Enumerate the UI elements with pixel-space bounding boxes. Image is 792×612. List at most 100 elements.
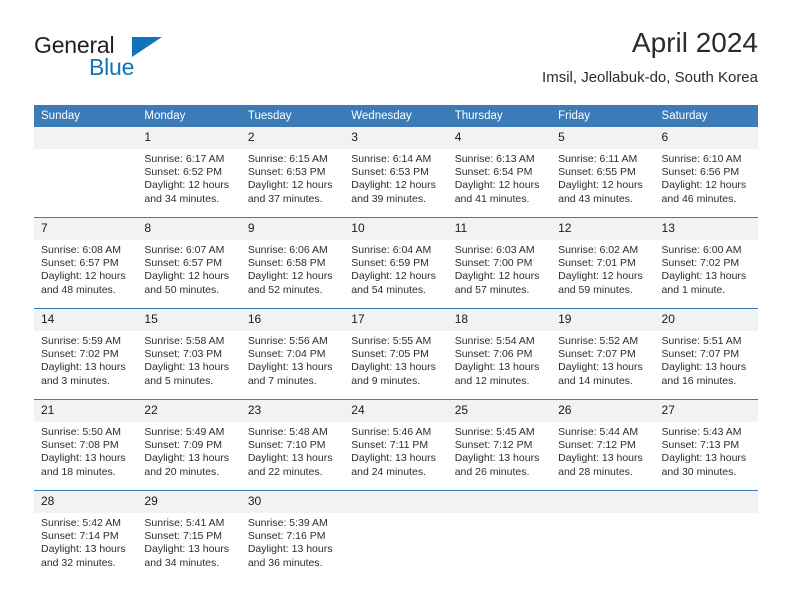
calendar-grid: Sunday Monday Tuesday Wednesday Thursday… (34, 105, 758, 581)
calendar-day-cell[interactable]: 22 Sunrise: 5:49 AM Sunset: 7:09 PM Dayligh… (137, 400, 241, 490)
sunrise-text: Sunrise: 6:17 AM (144, 153, 225, 165)
daylight-text-line2: and 43 minutes. (558, 192, 633, 205)
sunrise-text: Sunrise: 5:44 AM (558, 426, 639, 438)
daylight-text-line1: Daylight: 13 hours (144, 543, 230, 556)
daylight-text-line1: Daylight: 12 hours (351, 179, 436, 192)
day-details: Sunrise: 5:44 AM Sunset: 7:12 PM Daylight:… (551, 422, 654, 479)
day-details: Sunrise: 6:10 AM Sunset: 6:56 PM Daylight:… (655, 149, 758, 206)
day-number: 9 (240, 218, 345, 240)
day-number: 6 (654, 127, 758, 149)
day-details: Sunrise: 5:51 AM Sunset: 7:07 PM Daylight:… (655, 331, 758, 388)
day-number: 13 (654, 218, 758, 240)
day-details: Sunrise: 5:55 AM Sunset: 7:05 PM Daylight:… (344, 331, 447, 388)
daylight-text-line2: and 34 minutes. (144, 192, 220, 205)
calendar-day-cell[interactable]: 21 Sunrise: 5:50 AM Sunset: 7:08 PM Dayligh… (34, 400, 138, 490)
day-number: 20 (654, 309, 758, 331)
sunrise-text: Sunrise: 5:41 AM (144, 517, 225, 529)
calendar-day-cell[interactable]: 8 Sunrise: 6:07 AM Sunset: 6:57 PM Daylight… (137, 218, 241, 308)
sunset-text: Sunset: 7:02 PM (41, 348, 119, 361)
day-details: Sunrise: 6:15 AM Sunset: 6:53 PM Daylight:… (241, 149, 344, 206)
calendar-day-cell[interactable]: 19 Sunrise: 5:52 AM Sunset: 7:07 PM Dayligh… (551, 309, 655, 399)
day-details: Sunrise: 5:49 AM Sunset: 7:09 PM Daylight:… (137, 422, 240, 479)
calendar-day-cell-empty (344, 491, 448, 581)
weekday-header-saturday: Saturday (654, 105, 758, 127)
daylight-text-line2: and 16 minutes. (661, 374, 737, 387)
day-number: 30 (240, 491, 345, 513)
calendar-table: Sunday Monday Tuesday Wednesday Thursday… (34, 105, 758, 581)
calendar-day-cell[interactable]: 4 Sunrise: 6:13 AM Sunset: 6:54 PM Daylight… (447, 127, 552, 217)
daylight-text-line1: Daylight: 13 hours (661, 270, 747, 283)
calendar-day-cell[interactable]: 3 Sunrise: 6:14 AM Sunset: 6:53 PM Daylight… (344, 127, 448, 217)
sunset-text: Sunset: 7:00 PM (454, 257, 533, 270)
calendar-day-cell[interactable]: 20 Sunrise: 5:51 AM Sunset: 7:07 PM Dayligh… (654, 309, 758, 399)
daylight-text-line1: Daylight: 12 hours (558, 179, 643, 192)
calendar-day-cell[interactable]: 29 Sunrise: 5:41 AM Sunset: 7:15 PM Dayligh… (137, 491, 241, 581)
daylight-text-line2: and 30 minutes. (661, 465, 737, 478)
calendar-day-cell[interactable]: 26 Sunrise: 5:44 AM Sunset: 7:12 PM Dayligh… (551, 400, 655, 490)
calendar-day-cell[interactable]: 12 Sunrise: 6:02 AM Sunset: 7:01 PM Dayligh… (551, 218, 655, 308)
sunrise-text: Sunrise: 6:14 AM (351, 153, 432, 165)
calendar-day-cell[interactable]: 7 Sunrise: 6:08 AM Sunset: 6:57 PM Daylight… (34, 218, 138, 308)
calendar-day-cell[interactable]: 18 Sunrise: 5:54 AM Sunset: 7:06 PM Dayligh… (447, 309, 552, 399)
calendar-day-cell[interactable]: 27 Sunrise: 5:43 AM Sunset: 7:13 PM Dayligh… (654, 400, 758, 490)
calendar-day-cell[interactable]: 5 Sunrise: 6:11 AM Sunset: 6:55 PM Daylight… (551, 127, 655, 217)
daylight-text-line1: Daylight: 13 hours (144, 361, 230, 374)
day-details: Sunrise: 6:06 AM Sunset: 6:58 PM Daylight:… (241, 240, 344, 297)
sunset-text: Sunset: 6:57 PM (144, 257, 223, 270)
day-details: Sunrise: 5:43 AM Sunset: 7:13 PM Daylight:… (655, 422, 758, 479)
day-details: Sunrise: 6:08 AM Sunset: 6:57 PM Daylight:… (34, 240, 137, 297)
sunset-text: Sunset: 7:07 PM (558, 348, 636, 361)
calendar-week-row: 7 Sunrise: 6:08 AM Sunset: 6:57 PM Daylight… (34, 218, 758, 308)
day-number: 16 (240, 309, 345, 331)
calendar-day-cell[interactable]: 10 Sunrise: 6:04 AM Sunset: 6:59 PM Dayligh… (344, 218, 448, 308)
calendar-day-cell[interactable]: 14 Sunrise: 5:59 AM Sunset: 7:02 PM Dayligh… (34, 309, 138, 399)
calendar-day-cell[interactable]: 17 Sunrise: 5:55 AM Sunset: 7:05 PM Dayligh… (344, 309, 448, 399)
day-details: Sunrise: 6:02 AM Sunset: 7:01 PM Daylight:… (551, 240, 654, 297)
calendar-week-row: 1 Sunrise: 6:17 AM Sunset: 6:52 PM Daylight… (34, 127, 758, 217)
calendar-day-cell[interactable]: 16 Sunrise: 5:56 AM Sunset: 7:04 PM Dayligh… (240, 309, 345, 399)
day-number: 1 (137, 127, 241, 149)
day-number: 29 (137, 491, 241, 513)
sunset-text: Sunset: 6:52 PM (144, 166, 223, 179)
calendar-day-cell[interactable]: 11 Sunrise: 6:03 AM Sunset: 7:00 PM Dayligh… (447, 218, 552, 308)
calendar-day-cell[interactable]: 24 Sunrise: 5:46 AM Sunset: 7:11 PM Dayligh… (344, 400, 448, 490)
calendar-day-cell[interactable]: 30 Sunrise: 5:39 AM Sunset: 7:16 PM Dayligh… (240, 491, 345, 581)
calendar-day-cell[interactable]: 23 Sunrise: 5:48 AM Sunset: 7:10 PM Dayligh… (240, 400, 345, 490)
calendar-day-cell[interactable]: 9 Sunrise: 6:06 AM Sunset: 6:58 PM Daylight… (240, 218, 345, 308)
calendar-day-cell[interactable]: 13 Sunrise: 6:00 AM Sunset: 7:02 PM Dayligh… (654, 218, 758, 308)
daylight-text-line2: and 57 minutes. (454, 283, 530, 296)
sunrise-text: Sunrise: 6:08 AM (41, 244, 121, 256)
calendar-day-cell[interactable]: 15 Sunrise: 5:58 AM Sunset: 7:03 PM Dayligh… (137, 309, 241, 399)
calendar-day-cell[interactable]: 28 Sunrise: 5:42 AM Sunset: 7:14 PM Dayligh… (34, 491, 138, 581)
calendar-day-cell[interactable]: 2 Sunrise: 6:15 AM Sunset: 6:53 PM Daylight… (240, 127, 345, 217)
daylight-text-line2: and 39 minutes. (351, 192, 426, 205)
calendar-page: General Blue April 2024 Imsil, Jeollabuk… (0, 0, 792, 612)
calendar-day-cell-empty (551, 491, 655, 581)
day-number (447, 491, 552, 513)
day-details: Sunrise: 5:46 AM Sunset: 7:11 PM Daylight:… (344, 422, 447, 479)
sunset-text: Sunset: 7:07 PM (661, 348, 740, 361)
calendar-day-cell[interactable]: 6 Sunrise: 6:10 AM Sunset: 6:56 PM Daylight… (654, 127, 758, 217)
sunset-text: Sunset: 7:16 PM (247, 530, 326, 543)
day-number: 5 (551, 127, 655, 149)
day-number: 23 (240, 400, 345, 422)
sunset-text: Sunset: 6:55 PM (558, 166, 636, 179)
day-details: Sunrise: 5:52 AM Sunset: 7:07 PM Daylight:… (551, 331, 654, 388)
daylight-text-line1: Daylight: 13 hours (247, 361, 333, 374)
day-number: 24 (344, 400, 448, 422)
daylight-text-line2: and 3 minutes. (41, 374, 110, 387)
daylight-text-line1: Daylight: 13 hours (351, 452, 436, 465)
sunset-text: Sunset: 7:13 PM (661, 439, 740, 452)
sunset-text: Sunset: 7:08 PM (41, 439, 119, 452)
sunset-text: Sunset: 7:10 PM (247, 439, 326, 452)
calendar-day-cell[interactable]: 25 Sunrise: 5:45 AM Sunset: 7:12 PM Dayligh… (447, 400, 552, 490)
sunset-text: Sunset: 6:54 PM (454, 166, 533, 179)
day-details: Sunrise: 6:04 AM Sunset: 6:59 PM Daylight:… (344, 240, 447, 297)
weekday-header-tuesday: Tuesday (240, 105, 345, 127)
day-details: Sunrise: 6:13 AM Sunset: 6:54 PM Daylight:… (448, 149, 551, 206)
sunrise-text: Sunrise: 5:55 AM (351, 335, 432, 347)
calendar-week-row: 21 Sunrise: 5:50 AM Sunset: 7:08 PM Dayligh… (34, 400, 758, 490)
day-number (344, 491, 448, 513)
brand-logo[interactable]: General Blue (34, 32, 234, 88)
calendar-day-cell[interactable]: 1 Sunrise: 6:17 AM Sunset: 6:52 PM Daylight… (137, 127, 241, 217)
